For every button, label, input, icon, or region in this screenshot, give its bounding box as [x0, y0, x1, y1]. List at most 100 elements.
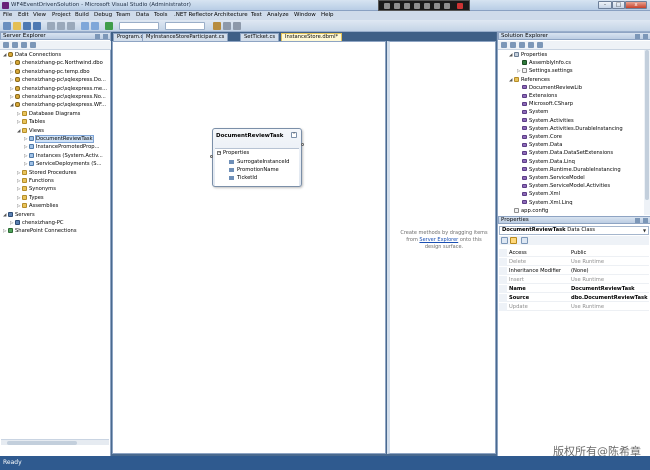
- menu-view[interactable]: View: [33, 12, 46, 18]
- menu-team[interactable]: Team: [116, 12, 131, 18]
- tree-item[interactable]: ▷ Database Diagrams: [17, 110, 80, 118]
- property-value[interactable]: DocumentReviewTask: [571, 285, 635, 293]
- menu-net-reflector[interactable]: .NET Reflector: [174, 12, 213, 18]
- tree-item[interactable]: System.Xml: [517, 190, 560, 198]
- tree-item[interactable]: ◢ chenxizhang-pc\sqlexpress.WF...: [10, 101, 106, 109]
- tree-item[interactable]: ▷ Settings.settings: [517, 67, 573, 75]
- scrollbar-thumb[interactable]: [7, 441, 77, 445]
- tree-item[interactable]: System.Data.Linq: [517, 158, 575, 166]
- menu-window[interactable]: Window: [294, 12, 316, 18]
- tree-item[interactable]: System.Data: [517, 141, 562, 149]
- entity-documentreviewtask[interactable]: DocumentReviewTask ⌃ − Properties Surroga…: [210, 128, 304, 187]
- menu-data[interactable]: Data: [136, 12, 149, 18]
- view-code-icon[interactable]: [528, 42, 534, 48]
- tree-item[interactable]: Microsoft.CSharp: [517, 100, 573, 108]
- tree-item[interactable]: ▷ DocumentReviewTask: [24, 135, 94, 143]
- property-value[interactable]: Use Runtime: [571, 303, 604, 311]
- close-icon[interactable]: [643, 218, 648, 223]
- toolbar-icon[interactable]: [434, 3, 440, 9]
- view-designer-icon[interactable]: [537, 42, 543, 48]
- connect-database-icon[interactable]: [21, 42, 27, 48]
- tree-item[interactable]: ◢ Servers: [3, 211, 35, 219]
- connector-handle[interactable]: [210, 155, 213, 158]
- collapse-toggle-icon[interactable]: −: [217, 150, 221, 155]
- tree-item[interactable]: System.Activities: [517, 117, 574, 125]
- property-row[interactable]: Inheritance Modifier (None): [499, 267, 649, 275]
- property-value[interactable]: (None): [571, 267, 589, 275]
- tree-item[interactable]: ▷ chenxizhang-pc.Northwind.dbo: [10, 59, 103, 67]
- tree-item[interactable]: System: [517, 108, 548, 116]
- undo-icon[interactable]: [81, 22, 89, 30]
- close-icon[interactable]: [457, 3, 463, 9]
- connect-server-icon[interactable]: [30, 42, 36, 48]
- tree-item[interactable]: System.ServiceModel: [517, 174, 585, 182]
- platform-dropdown[interactable]: [165, 22, 205, 30]
- chevron-down-icon[interactable]: ▼: [642, 228, 647, 233]
- refresh-icon[interactable]: [3, 42, 9, 48]
- tree-item[interactable]: ▷ chenxizhang-PC: [10, 219, 64, 227]
- toolbar-icon[interactable]: [233, 22, 241, 30]
- tree-item[interactable]: AssemblyInfo.cs: [517, 59, 571, 67]
- property-value[interactable]: Use Runtime: [571, 276, 604, 284]
- tree-item[interactable]: System.Core: [517, 133, 562, 141]
- tree-item[interactable]: System.Runtime.DurableInstancing: [517, 166, 621, 174]
- tree-item[interactable]: ▷ Types: [17, 194, 44, 202]
- toolbar-icon[interactable]: [384, 3, 390, 9]
- menu-tools[interactable]: Tools: [154, 12, 168, 18]
- save-all-icon[interactable]: [33, 22, 41, 30]
- property-row[interactable]: Access Public: [499, 249, 649, 257]
- tree-item[interactable]: ▷ Instances (System.Activ...: [24, 152, 103, 160]
- menu-build[interactable]: Build: [75, 12, 89, 18]
- collapse-icon[interactable]: ⌃: [291, 132, 297, 138]
- pin-icon[interactable]: [95, 34, 100, 39]
- property-value[interactable]: dbo.DocumentReviewTask: [571, 294, 648, 302]
- cut-icon[interactable]: [47, 22, 55, 30]
- property-value[interactable]: Public: [571, 249, 586, 257]
- tree-item[interactable]: ▷ Assemblies: [17, 202, 58, 210]
- tree-item[interactable]: ▷ Stored Procedures: [17, 169, 76, 177]
- menu-file[interactable]: File: [3, 12, 12, 18]
- property-row[interactable]: Source dbo.DocumentReviewTask: [499, 294, 649, 302]
- properties-icon[interactable]: [501, 42, 507, 48]
- find-icon[interactable]: [213, 22, 221, 30]
- open-icon[interactable]: [13, 22, 21, 30]
- minimize-button[interactable]: -: [598, 1, 612, 9]
- save-icon[interactable]: [23, 22, 31, 30]
- categorized-icon[interactable]: [501, 237, 508, 244]
- tab-instancestore-dbml[interactable]: InstanceStore.dbml*: [281, 33, 343, 41]
- dbml-design-surface[interactable]: [112, 41, 386, 454]
- stop-icon[interactable]: [12, 42, 18, 48]
- methods-pane[interactable]: Create methods by dragging items from Se…: [387, 41, 496, 454]
- tree-item[interactable]: ▷ ServiceDeployments (S...: [24, 160, 102, 168]
- tab-myinstancestoreparticipant-cs[interactable]: MyInstanceStoreParticipant.cs: [142, 33, 229, 41]
- tree-item[interactable]: ▷ chenxizhang-pc\sqlexpress.Do...: [10, 76, 106, 84]
- start-debugging-icon[interactable]: [105, 22, 113, 30]
- tree-item[interactable]: ◢ References: [509, 76, 550, 84]
- new-project-icon[interactable]: [3, 22, 11, 30]
- horizontal-scrollbar[interactable]: [1, 439, 109, 445]
- paste-icon[interactable]: [67, 22, 75, 30]
- tree-item[interactable]: DocumentReviewLib: [517, 84, 582, 92]
- tab-setticket-cs[interactable]: SetTicket.cs: [240, 33, 280, 41]
- tree-item[interactable]: System.Xml.Linq: [517, 199, 573, 207]
- tree-item[interactable]: System.Activities.DurableInstancing: [517, 125, 623, 133]
- vertical-scrollbar[interactable]: [644, 50, 650, 215]
- toolbar-icon[interactable]: [404, 3, 410, 9]
- menu-debug[interactable]: Debug: [94, 12, 112, 18]
- property-row[interactable]: Name DocumentReviewTask: [499, 285, 649, 293]
- tree-item[interactable]: System.Data.DataSetExtensions: [517, 149, 613, 157]
- menu-edit[interactable]: Edit: [18, 12, 29, 18]
- tree-item[interactable]: ▷ InstancePromotedProp...: [24, 143, 100, 151]
- maximize-button[interactable]: □: [612, 1, 625, 9]
- solution-config-dropdown[interactable]: [119, 22, 159, 30]
- property-row[interactable]: Update Use Runtime: [499, 303, 649, 311]
- tree-item[interactable]: app.config: [509, 207, 548, 215]
- properties-section-header[interactable]: − Properties: [217, 150, 249, 156]
- alphabetical-icon[interactable]: [510, 237, 517, 244]
- toolbar-icon[interactable]: [424, 3, 430, 9]
- tree-item[interactable]: ▷ Tables: [17, 118, 45, 126]
- tree-item[interactable]: ▷ Functions: [17, 177, 54, 185]
- show-all-files-icon[interactable]: [510, 42, 516, 48]
- close-icon[interactable]: [103, 34, 108, 39]
- tree-item[interactable]: ◢ Properties: [509, 51, 547, 59]
